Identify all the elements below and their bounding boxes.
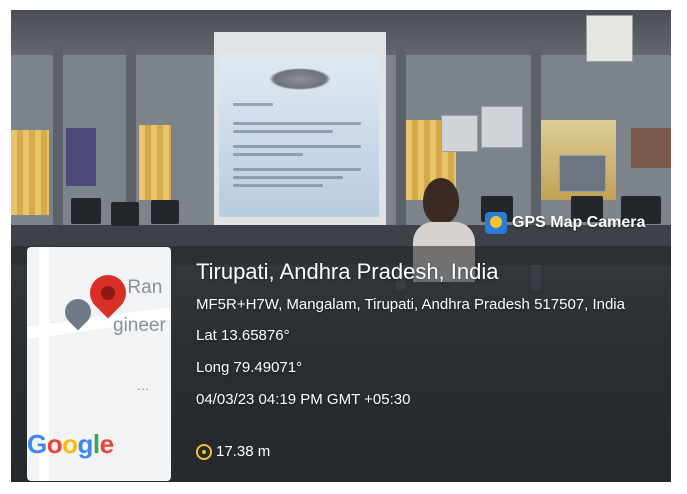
- gps-map-camera-badge: GPS Map Camera: [485, 208, 645, 238]
- computer-monitor: [151, 200, 179, 224]
- location-address: MF5R+H7W, Mangalam, Tirupati, Andhra Pra…: [196, 296, 625, 313]
- slide-text-line: [233, 103, 273, 106]
- curtain: [11, 130, 49, 215]
- slide-text-line: [233, 145, 361, 148]
- slide-text-line: [233, 122, 361, 125]
- curtain: [139, 125, 171, 200]
- gps-camera-app-icon: [485, 212, 507, 234]
- slide-text-line: [233, 153, 303, 156]
- slide-logo-graphic: [269, 68, 331, 90]
- slide-text-line: [233, 130, 333, 133]
- timestamp: 04/03/23 04:19 PM GMT +05:30: [196, 391, 411, 408]
- google-logo: Google: [27, 429, 114, 459]
- slide-text-line: [233, 168, 361, 171]
- altitude-target-icon: [196, 443, 212, 460]
- person-head: [423, 178, 459, 224]
- map-place-label: gineer: [113, 315, 166, 336]
- slide-text-line: [233, 184, 323, 187]
- location-city: Tirupati, Andhra Pradesh, India: [196, 259, 499, 284]
- notice-board: [441, 115, 478, 152]
- map-thumbnail: ee Ran gineer ... Google: [27, 247, 171, 481]
- latitude: Lat 13.65876°: [196, 327, 290, 344]
- wall-picture: [631, 128, 671, 168]
- wall-poster: [66, 128, 96, 186]
- wall-display: [559, 155, 606, 192]
- map-more-dots: ...: [137, 379, 151, 393]
- altitude: 17.38 m: [196, 443, 270, 460]
- computer-monitor: [111, 202, 139, 226]
- altitude-value: 17.38 m: [216, 443, 271, 460]
- notice-board: [481, 106, 523, 148]
- photo-frame: GPS Map Camera ee Ran gineer ... Google …: [0, 0, 687, 494]
- badge-label: GPS Map Camera: [512, 214, 646, 231]
- longitude: Long 79.49071°: [196, 359, 303, 376]
- location-pin-center: [101, 286, 115, 300]
- wall-sign: [586, 15, 633, 62]
- computer-monitor: [71, 198, 101, 224]
- slide-text-line: [233, 176, 343, 179]
